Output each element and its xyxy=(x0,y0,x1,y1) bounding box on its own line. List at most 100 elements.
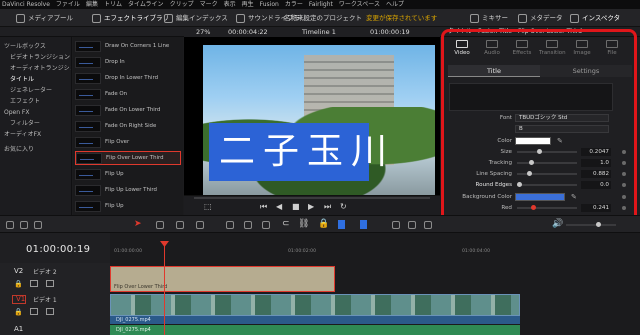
tree-titles[interactable]: タイトル xyxy=(0,74,71,85)
play-reverse-icon[interactable]: ◀ xyxy=(276,202,282,211)
skip-back-icon[interactable]: ⏮ xyxy=(260,202,267,212)
lock-icon[interactable]: 🔒 xyxy=(14,280,23,288)
effect-item[interactable]: Flip Up xyxy=(75,199,181,213)
effect-item[interactable]: Drop In xyxy=(75,55,181,69)
flag-icon[interactable] xyxy=(338,220,345,229)
effect-item[interactable]: Flip Up xyxy=(75,167,181,181)
video-viewer[interactable]: 二子玉川 xyxy=(184,37,440,195)
menu-fairlight[interactable]: Fairlight xyxy=(309,0,333,9)
effect-item[interactable]: Flip Up Lower Third xyxy=(75,183,181,197)
viewer-scrubber[interactable] xyxy=(194,197,430,199)
menu-help[interactable]: ヘルプ xyxy=(386,0,404,9)
effect-item-selected[interactable]: Flip Over Lower Third xyxy=(75,151,181,165)
audio-clip[interactable]: DJI_0275.mp4 xyxy=(110,325,520,335)
track-name[interactable]: ビデオ 1 xyxy=(33,295,57,304)
link-icon[interactable]: ⛓ xyxy=(298,219,309,229)
auto-select-icon[interactable] xyxy=(30,280,38,287)
overwrite-clip-icon[interactable] xyxy=(244,221,252,229)
play-icon[interactable]: ▶ xyxy=(308,202,314,211)
highlight-box xyxy=(441,29,637,225)
crop-icon[interactable]: ⬚ xyxy=(204,202,212,211)
layout-icon[interactable] xyxy=(6,221,14,229)
tree-effects[interactable]: エフェクト xyxy=(0,96,71,107)
timeline-ruler[interactable]: 01:00:00:00 01:00:02:00 01:00:04:00 xyxy=(110,233,640,263)
track-headers: V2 ビデオ 2 🔒 V1 ビデオ 1 🔒 A1 xyxy=(0,263,110,335)
title-clip[interactable]: Flip Over Lower Third xyxy=(110,266,335,292)
video-clip[interactable] xyxy=(110,294,520,316)
tree-audio-transitions[interactable]: オーディオトランジション xyxy=(0,63,71,74)
menu-timeline[interactable]: タイムライン xyxy=(128,0,164,9)
zoom-out-icon[interactable] xyxy=(392,221,400,229)
media-pool-icon xyxy=(16,13,25,23)
tree-generators[interactable]: ジェネレーター xyxy=(0,85,71,96)
menu-fusion[interactable]: Fusion xyxy=(260,0,279,9)
timeline-timecode-area: 01:00:00:19 xyxy=(0,233,110,263)
effect-thumbnail xyxy=(75,56,101,68)
tree-favorites[interactable]: お気に入り xyxy=(0,144,71,155)
zoom-in-icon[interactable] xyxy=(424,221,432,229)
effect-item[interactable]: Fade On xyxy=(75,87,181,101)
playhead-line[interactable] xyxy=(164,242,165,335)
auto-select-icon[interactable] xyxy=(30,308,38,315)
selection-tool-icon[interactable]: ➤ xyxy=(134,219,142,229)
menu-trim[interactable]: トリム xyxy=(104,0,122,9)
blade-tool-icon[interactable] xyxy=(196,221,204,229)
position-lock-icon[interactable]: 🔒 xyxy=(318,219,329,229)
effect-thumbnail xyxy=(75,40,101,52)
menu-app[interactable]: DaVinci Resolve xyxy=(2,0,50,9)
menu-view[interactable]: 表示 xyxy=(224,0,236,9)
replace-clip-icon[interactable] xyxy=(262,221,270,229)
effect-thumbnail xyxy=(75,168,101,180)
menu-workspace[interactable]: ワークスペース xyxy=(339,0,380,9)
tree-open-fx[interactable]: Open FX xyxy=(0,107,71,118)
volume-knob[interactable] xyxy=(596,222,601,227)
menu-playback[interactable]: 再生 xyxy=(242,0,254,9)
loop-icon[interactable]: ↻ xyxy=(340,202,347,211)
skip-forward-icon[interactable]: ⏭ xyxy=(324,202,331,212)
mixer-button[interactable]: ミキサー xyxy=(470,13,508,23)
zoom-fit-icon[interactable] xyxy=(408,221,416,229)
snap-icon[interactable]: ⊂ xyxy=(282,219,290,229)
dynamic-trim-icon[interactable] xyxy=(176,221,184,229)
menu-color[interactable]: カラー xyxy=(285,0,303,9)
tree-toolbox[interactable]: ツールボックス xyxy=(0,41,71,52)
effect-item[interactable]: Fade On Right Side xyxy=(75,119,181,133)
timeline-timecode[interactable]: 01:00:00:19 xyxy=(26,244,90,255)
tree-video-transitions[interactable]: ビデオトランジション xyxy=(0,52,71,63)
track-list-icon[interactable] xyxy=(20,221,28,229)
menu-edit[interactable]: 編集 xyxy=(86,0,98,9)
music-note-icon xyxy=(236,13,245,23)
volume-slider[interactable] xyxy=(566,222,616,227)
lock-icon[interactable]: 🔒 xyxy=(14,308,23,316)
inspector-button[interactable]: インスペクタ xyxy=(570,13,620,23)
media-pool-button[interactable]: メディアプール xyxy=(16,13,73,23)
marker-icon[interactable] xyxy=(360,220,367,229)
effect-item[interactable]: Flip Over xyxy=(75,135,181,149)
track-id: V1 xyxy=(16,295,26,303)
menu-clip[interactable]: クリップ xyxy=(170,0,194,9)
volume-icon[interactable]: 🔊 xyxy=(552,219,563,229)
effect-item[interactable]: Drop In Lower Third xyxy=(75,71,181,85)
menu-mark[interactable]: マーク xyxy=(200,0,218,9)
ruler-tick: 01:00:04:00 xyxy=(462,249,491,254)
stop-icon[interactable]: ■ xyxy=(292,202,300,211)
metadata-button[interactable]: メタデータ xyxy=(518,13,563,23)
insert-clip-icon[interactable] xyxy=(226,221,234,229)
track-name[interactable]: ビデオ 2 xyxy=(33,267,57,276)
effect-item[interactable]: Fade On Lower Third xyxy=(75,103,181,117)
tree-filters[interactable]: フィルター xyxy=(0,118,71,129)
zoom-level[interactable]: 27% xyxy=(196,27,210,37)
settings-icon[interactable] xyxy=(34,221,42,229)
track-id: A1 xyxy=(14,325,24,333)
timeline-name[interactable]: Timeline 1 xyxy=(302,27,336,37)
title-overlay-text: 二子玉川 xyxy=(219,131,396,172)
effect-thumbnail xyxy=(76,152,102,164)
menu-file[interactable]: ファイル xyxy=(56,0,80,9)
track-visible-icon[interactable] xyxy=(46,308,54,315)
tree-audio-fx[interactable]: オーディオFX xyxy=(0,129,71,140)
track-visible-icon[interactable] xyxy=(46,280,54,287)
edit-index-button[interactable]: 編集インデックス xyxy=(164,13,228,23)
trim-tool-icon[interactable] xyxy=(156,221,164,229)
effects-library-button[interactable]: エフェクトライブラリ xyxy=(92,13,169,23)
effect-item[interactable]: Draw On Corners 1 Line xyxy=(75,39,181,53)
